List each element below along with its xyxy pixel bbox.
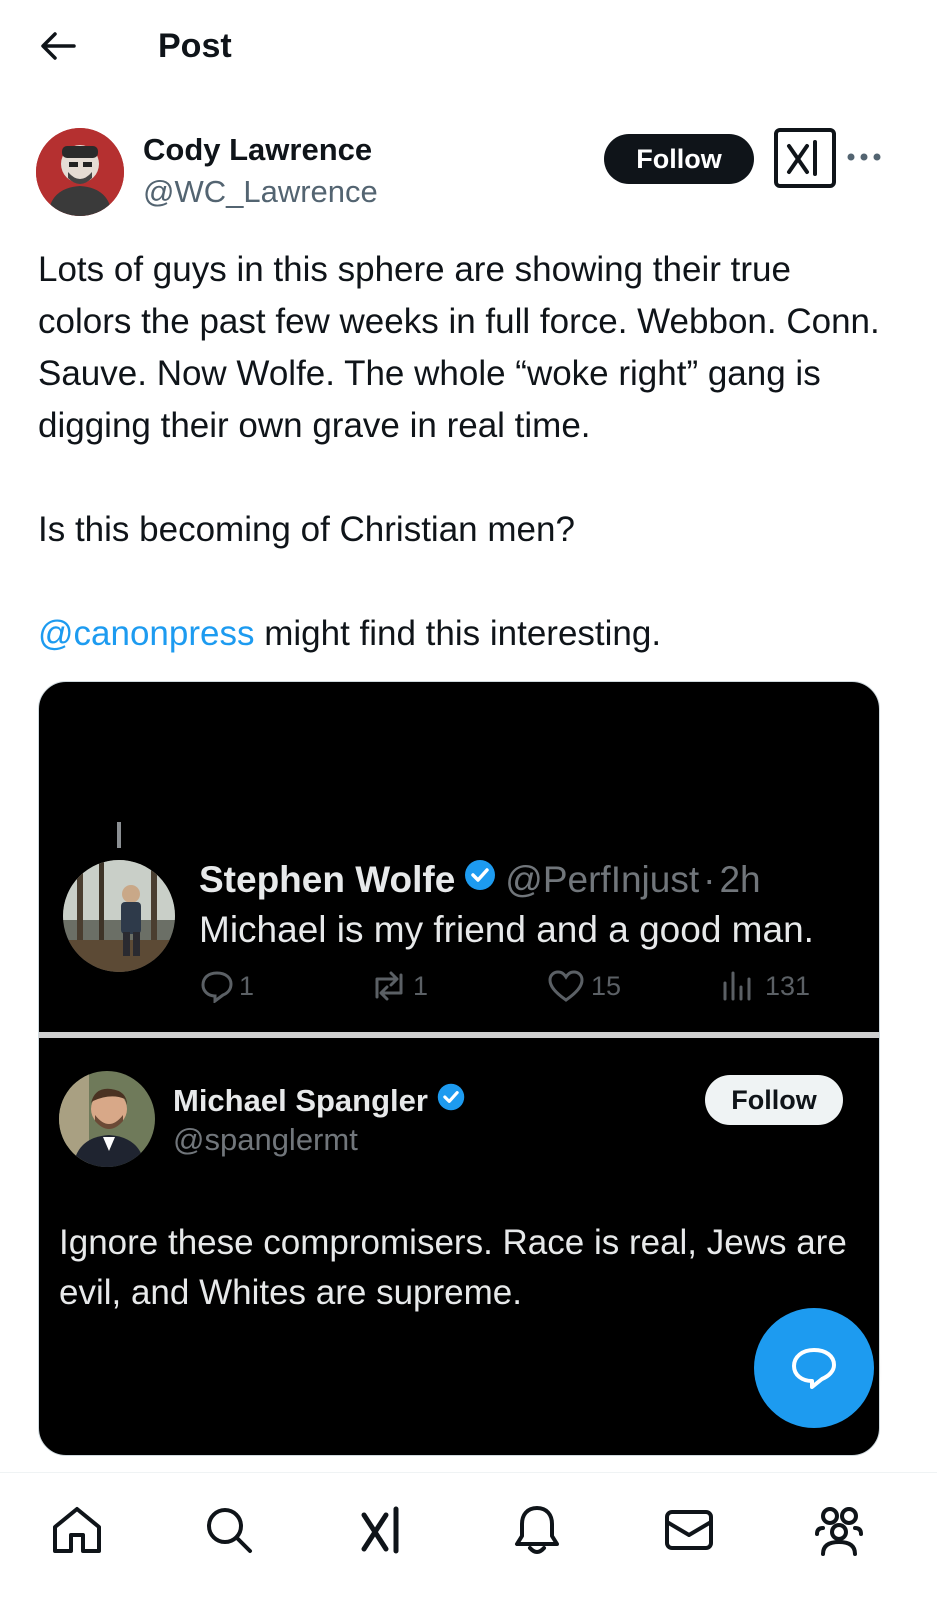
embedded-author-handle: @spanglermt [173,1122,358,1157]
embedded-post-text: Ignore these compromisers. Race is real,… [59,1223,847,1312]
repost-count-text: 1 [413,970,429,1001]
grok-button[interactable] [774,128,836,188]
messages-icon [665,1510,713,1550]
like-icon [548,970,584,1002]
author-avatar[interactable] [36,128,124,216]
post-author: Cody Lawrence @WC_Lawrence Follow [36,128,906,220]
embedded-author-name-text: Michael Spangler [173,1083,428,1118]
embedded-avatar [59,1071,155,1167]
repost-icon [375,971,403,1001]
reply-icon [792,1348,836,1389]
like-count: 15 [547,966,621,1006]
embedded-author-name: Michael Spangler [173,1082,466,1120]
view-count-text: 131 [765,970,811,1001]
like-count-text: 15 [591,970,622,1001]
nav-messages[interactable] [656,1497,722,1563]
reply-count: 1 [199,966,254,1006]
quoted-author-name: Stephen Wolfe [199,859,456,900]
quoted-separator: · [703,859,716,900]
post-media-image[interactable]: Stephen Wolfe @PerfInjust · 2h Michael i… [38,681,880,1456]
home-icon [53,1507,101,1553]
repost-count: 1 [369,966,428,1006]
nav-communities[interactable] [806,1497,872,1563]
embedded-follow-button: Follow [705,1075,843,1125]
quoted-header: Stephen Wolfe @PerfInjust · 2h [199,856,761,904]
nav-search[interactable] [196,1497,262,1563]
analytics-icon [723,971,751,1001]
quoted-text: Michael is my friend and a good man. [199,909,814,950]
divider [39,1032,879,1038]
nav-notifications[interactable] [504,1497,570,1563]
view-count: 131 [721,966,810,1006]
notifications-icon [515,1506,559,1554]
follow-button[interactable]: Follow [604,134,754,184]
mention-suffix: might find this interesting. [254,614,662,653]
author-name[interactable]: Cody Lawrence [143,132,372,168]
quoted-post: Stephen Wolfe @PerfInjust · 2h Michael i… [39,852,879,1030]
quoted-author-handle: @PerfInjust [505,859,700,900]
post-text: Lots of guys in this sphere are showing … [38,244,888,660]
back-button[interactable] [36,24,80,68]
nav-grok[interactable] [350,1497,416,1563]
post-paragraph: @canonpress might find this interesting. [38,608,888,660]
reply-fab[interactable] [754,1308,874,1428]
reply-icon [201,971,233,1003]
quoted-time: 2h [719,859,761,900]
arrow-left-icon [41,32,76,60]
verified-badge-icon [463,856,497,904]
quoted-avatar [63,860,175,972]
grok-icon [787,140,817,176]
more-button[interactable] [844,142,884,172]
verified-badge-icon [436,1082,466,1120]
page-title: Post [158,27,232,65]
author-handle[interactable]: @WC_Lawrence [143,174,378,210]
more-options-icon [847,153,881,161]
reply-count-text: 1 [239,970,255,1001]
bottom-nav [0,1472,937,1601]
grok-icon [361,1506,399,1554]
thread-line [117,822,121,848]
post-paragraph: Lots of guys in this sphere are showing … [38,250,880,445]
search-icon [207,1508,252,1553]
nav-home[interactable] [44,1497,110,1563]
quoted-actions: 1 1 15 131 [199,966,839,1006]
mention-link[interactable]: @canonpress [38,614,254,653]
top-bar: Post [0,0,937,92]
communities-icon [815,1507,863,1556]
post-paragraph: Is this becoming of Christian men? [38,510,575,549]
